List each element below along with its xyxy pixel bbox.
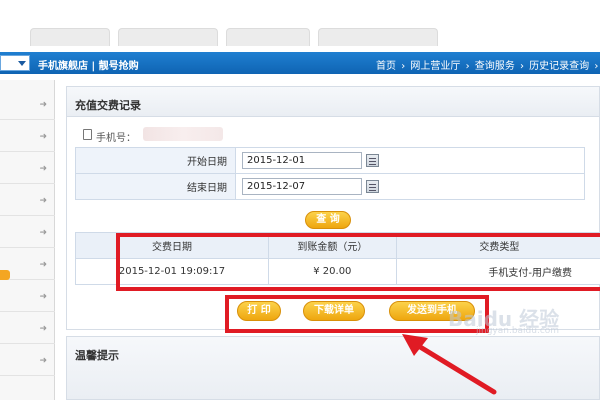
breadcrumb-separator: ›: [594, 61, 599, 72]
breadcrumb-separator: ›: [465, 61, 470, 72]
top-tab[interactable]: [30, 28, 110, 46]
watermark-url: jingyan.baidu.com: [476, 326, 560, 336]
sidebar-item[interactable]: ➜: [0, 122, 55, 152]
breadcrumb-item[interactable]: 历史记录查询: [529, 61, 589, 72]
arrow-right-icon: ➜: [39, 196, 47, 206]
end-date-input[interactable]: 2015-12-07: [242, 178, 379, 195]
top-tab[interactable]: [318, 28, 438, 46]
edit-icon: [83, 129, 92, 140]
breadcrumb-separator: ›: [401, 61, 406, 72]
sidebar: ➜ ➜ ➜ ➜ ➜ ➜ ➜ ➜ ➜: [0, 80, 55, 400]
start-date-row: 开始日期 2015-12-01: [75, 147, 585, 174]
panel-header: 充值交费记录: [67, 87, 599, 117]
tips-title: 温馨提示: [75, 349, 119, 362]
arrow-right-icon: ➜: [39, 228, 47, 238]
sidebar-item[interactable]: ➜: [0, 218, 55, 248]
new-badge: [0, 270, 10, 280]
page-title: 充值交费记录: [75, 99, 141, 112]
date-range-form: 开始日期 2015-12-01 结束日期 2015-12-07: [75, 147, 585, 200]
calendar-icon[interactable]: [366, 154, 379, 167]
end-date-cell: 2015-12-07: [235, 173, 585, 200]
top-tab[interactable]: [118, 28, 218, 46]
arrow-right-icon: ➜: [39, 164, 47, 174]
start-date-cell: 2015-12-01: [235, 147, 585, 174]
tips-panel: 温馨提示: [66, 336, 600, 400]
end-date-label: 结束日期: [75, 173, 236, 200]
breadcrumb: 首页 › 网上营业厅 › 查询服务 › 历史记录查询 ›: [376, 57, 600, 72]
sidebar-item[interactable]: ➜: [0, 90, 55, 120]
start-date-value: 2015-12-01: [247, 155, 306, 166]
results-highlight-box: [116, 233, 600, 291]
sidebar-item[interactable]: ➜: [0, 154, 55, 184]
top-tab-strip: [0, 0, 600, 46]
arrow-right-icon: ➜: [39, 132, 47, 142]
breadcrumb-item[interactable]: 网上营业厅: [410, 61, 460, 72]
start-date-input[interactable]: 2015-12-01: [242, 152, 379, 169]
recharge-records-panel: 充值交费记录 手机号： 开始日期 2015-12-01 结束日期 2015-12…: [66, 86, 600, 333]
arrow-right-icon: ➜: [39, 292, 47, 302]
download-details-button[interactable]: 下载详单: [303, 301, 365, 321]
chevron-down-icon: [18, 61, 26, 66]
breadcrumb-separator: ›: [519, 61, 524, 72]
nav-links[interactable]: 手机旗舰店 | 靓号抢购: [38, 57, 139, 72]
sidebar-item[interactable]: ➜: [0, 282, 55, 312]
nav-bar: 手机旗舰店 | 靓号抢购 首页 › 网上营业厅 › 查询服务 › 历史记录查询 …: [0, 52, 600, 74]
end-date-value: 2015-12-07: [247, 181, 306, 192]
city-select[interactable]: [0, 55, 30, 71]
breadcrumb-item[interactable]: 查询服务: [475, 61, 515, 72]
arrow-right-icon: ➜: [39, 356, 47, 366]
phone-number-redacted: [143, 127, 223, 141]
calendar-icon[interactable]: [366, 180, 379, 193]
sidebar-item[interactable]: ➜: [0, 186, 55, 216]
breadcrumb-item[interactable]: 首页: [376, 61, 396, 72]
arrow-right-icon: ➜: [39, 100, 47, 110]
query-button[interactable]: 查 询: [305, 211, 351, 229]
print-button[interactable]: 打 印: [237, 301, 281, 321]
end-date-row: 结束日期 2015-12-07: [75, 173, 585, 200]
sidebar-item[interactable]: ➜: [0, 346, 55, 376]
phone-label: 手机号：: [96, 133, 136, 144]
sidebar-item[interactable]: ➜: [0, 314, 55, 344]
start-date-label: 开始日期: [75, 147, 236, 174]
arrow-right-icon: ➜: [39, 324, 47, 334]
arrow-right-icon: ➜: [39, 260, 47, 270]
top-tab[interactable]: [226, 28, 310, 46]
